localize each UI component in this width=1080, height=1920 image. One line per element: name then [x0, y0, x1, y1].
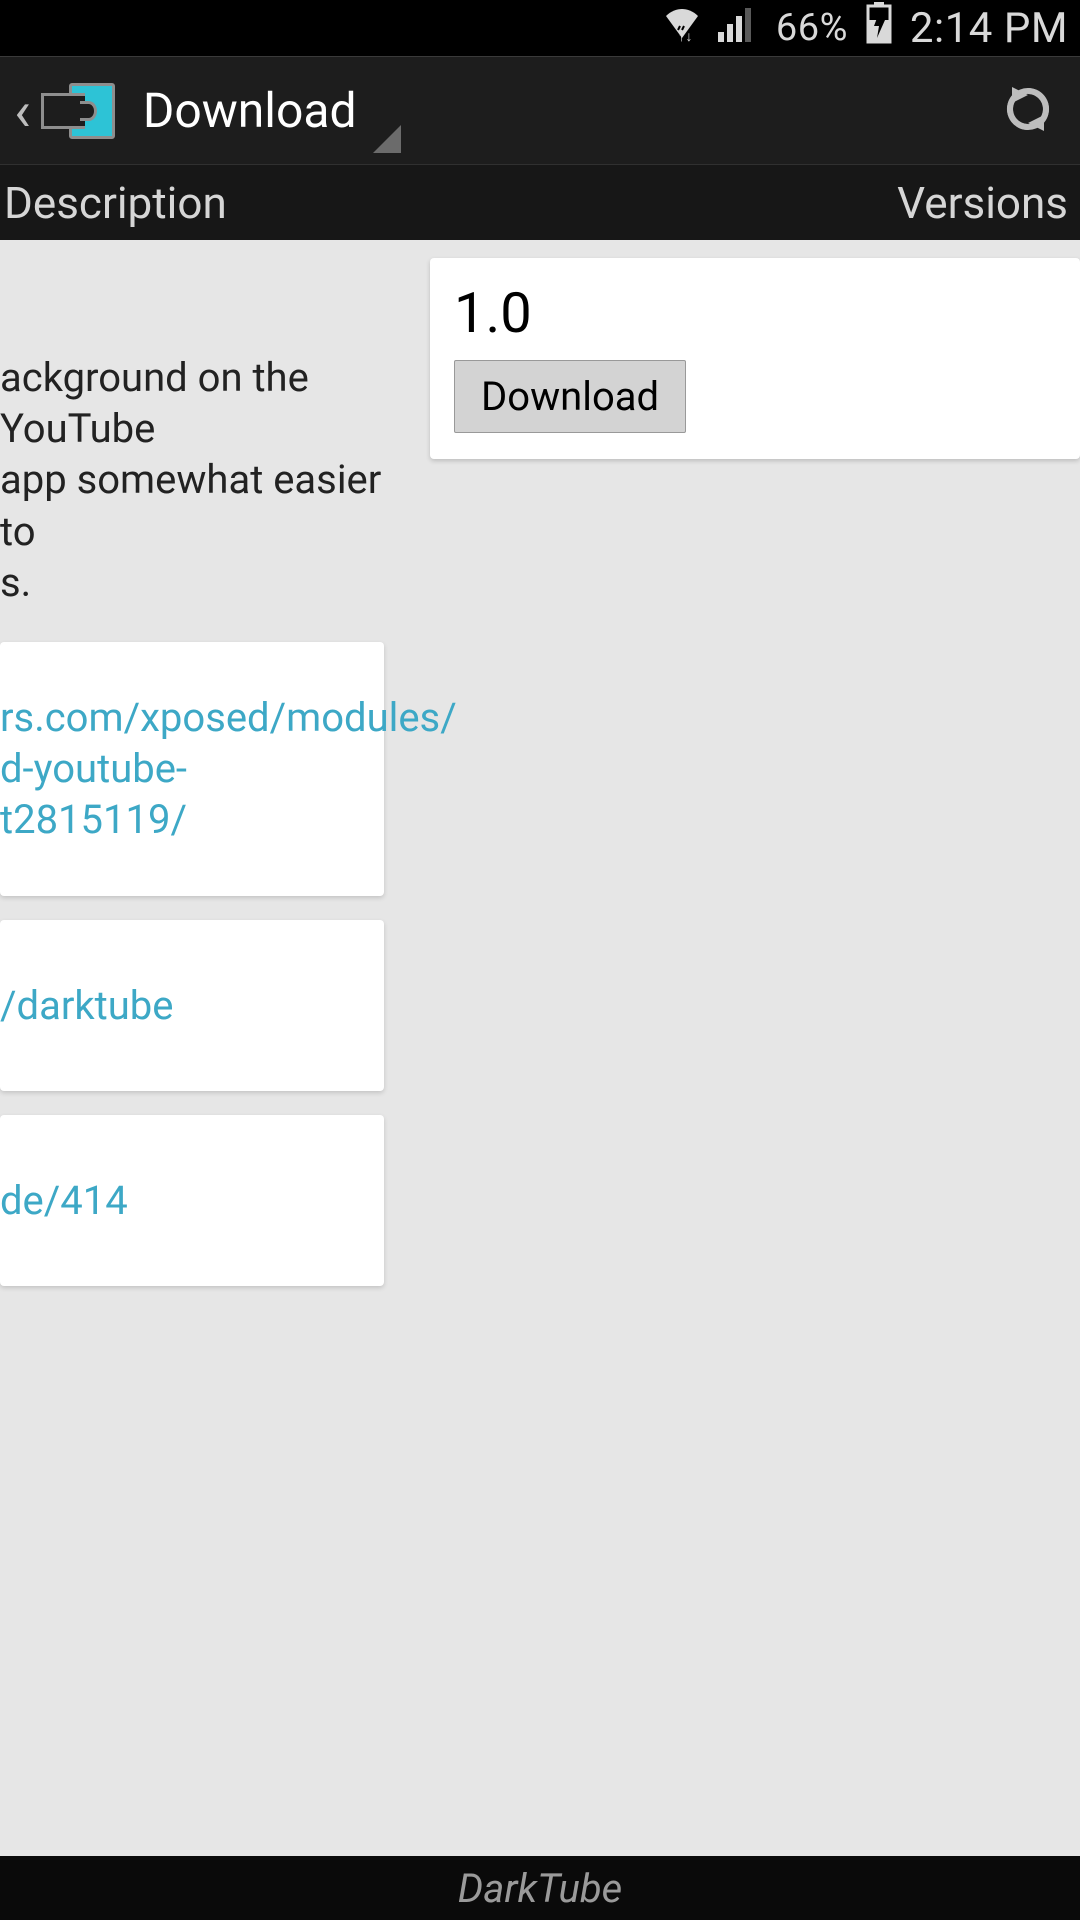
description-panel: ackground on the YouTube app somewhat ea… [0, 240, 392, 1856]
tab-versions[interactable]: Versions [893, 177, 1072, 229]
download-button[interactable]: Download [454, 360, 686, 433]
description-line: app somewhat easier to [0, 454, 384, 556]
link-text: d-youtube-t2815119/ [0, 743, 370, 845]
xposed-app-icon[interactable] [41, 83, 115, 139]
battery-charging-icon [866, 2, 892, 54]
footer-label: DarkTube [458, 1865, 622, 1912]
tab-bar: Description Versions [0, 164, 1080, 240]
footer-bar: DarkTube [0, 1856, 1080, 1920]
refresh-icon [1000, 81, 1056, 137]
refresh-button[interactable] [1000, 81, 1056, 141]
link-text: de/414 [0, 1175, 370, 1226]
wifi-icon: ↑↓ [660, 5, 704, 52]
description-line: ackground on the YouTube [0, 352, 384, 454]
description-line: s. [0, 557, 384, 608]
link-text: rs.com/xposed/modules/ [0, 692, 370, 743]
link-card[interactable]: rs.com/xposed/modules/ d-youtube-t281511… [0, 642, 384, 896]
svg-text:↑↓: ↑↓ [678, 29, 693, 42]
link-text: /darktube [0, 980, 370, 1031]
version-number-label: 1.0 [454, 280, 1056, 346]
spinner-indicator-icon [373, 125, 401, 153]
title-spinner[interactable]: Download [143, 82, 357, 139]
app-bar: ‹ Download [0, 56, 1080, 164]
link-card[interactable]: /darktube [0, 920, 384, 1091]
version-card: 1.0 Download [430, 258, 1080, 459]
back-icon[interactable]: ‹ [10, 78, 41, 144]
description-text: ackground on the YouTube app somewhat ea… [0, 240, 392, 608]
link-card[interactable]: de/414 [0, 1115, 384, 1286]
status-icons: ↑↓ [660, 5, 758, 52]
battery-percent-label: 66% [776, 6, 848, 50]
content-area[interactable]: ackground on the YouTube app somewhat ea… [0, 240, 1080, 1856]
clock-label: 2:14 PM [910, 4, 1068, 53]
tab-description[interactable]: Description [0, 177, 231, 229]
status-bar: ↑↓ 66% 2:14 PM [0, 0, 1080, 56]
versions-panel: 1.0 Download [424, 258, 1080, 459]
signal-icon [718, 5, 758, 52]
app-bar-title: Download [143, 82, 357, 139]
